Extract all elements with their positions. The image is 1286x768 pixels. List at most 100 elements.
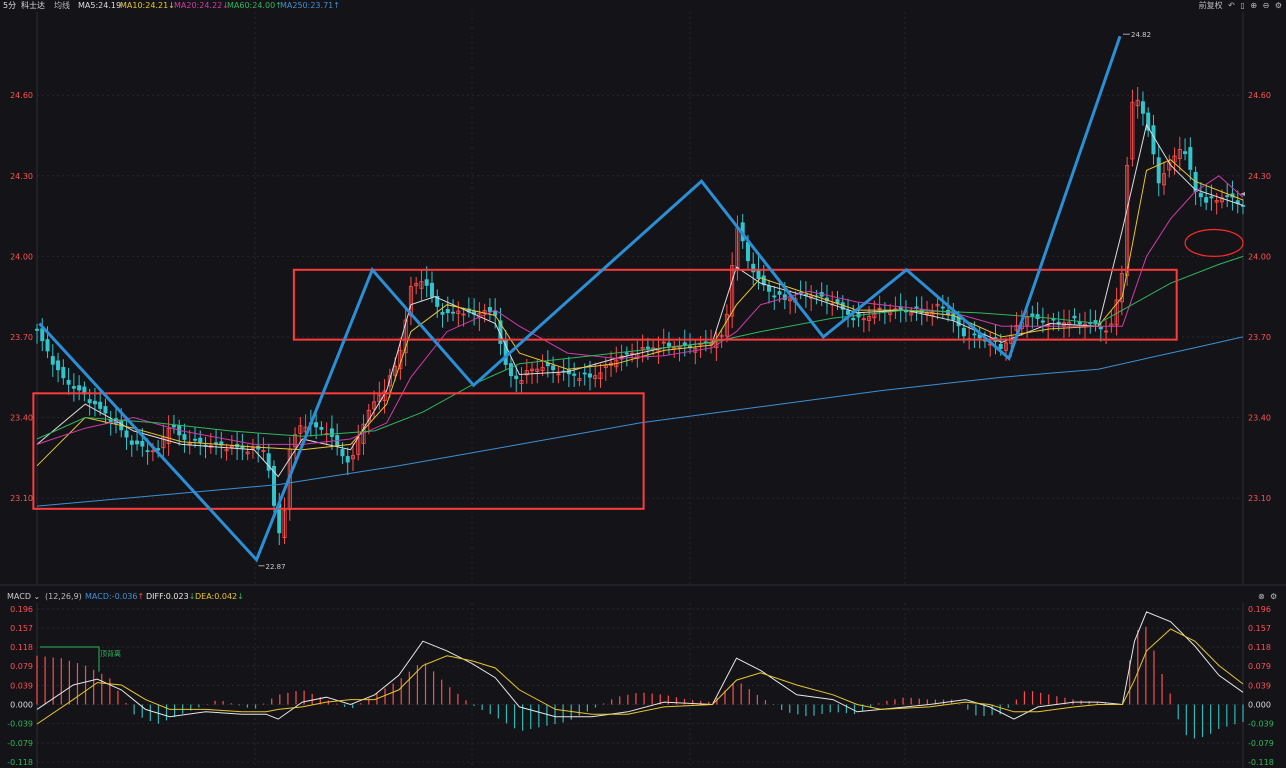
y-tick-label-left: 23.10	[10, 494, 33, 503]
ma60-line	[36, 255, 1244, 440]
macd-tick-label-left: 0.039	[10, 682, 33, 691]
macd-tick-label-left: -0.039	[7, 720, 33, 729]
macd-tick-label-left: 0.000	[10, 701, 33, 710]
ma250-line	[36, 336, 1244, 507]
candle-body	[998, 343, 1003, 349]
candle-body	[429, 282, 434, 298]
candle-body	[340, 449, 345, 457]
candle-body	[129, 440, 134, 445]
macd-tick-label-left: 0.118	[10, 643, 33, 652]
candle-body	[1241, 205, 1246, 207]
candle-body	[329, 428, 334, 437]
macd-tick-label-right: -0.079	[1248, 739, 1274, 748]
y-tick-label-right: 23.40	[1248, 414, 1271, 423]
y-tick-label-left: 24.00	[10, 252, 33, 261]
candle-body	[582, 372, 587, 375]
candle-body	[1225, 195, 1230, 198]
stock-chart-canvas[interactable]: 24.60 24.60 24.30 24.30 24.00 24.00 23.70 23.70…	[0, 0, 1286, 768]
candle-body	[951, 313, 956, 321]
candle-body	[50, 356, 55, 365]
candle-body	[124, 430, 129, 438]
macd-tick-label-right: 0.079	[1248, 662, 1271, 671]
candle-body	[1198, 192, 1203, 198]
candle-body	[645, 346, 650, 349]
candle-body	[345, 456, 350, 463]
candle-body	[61, 366, 66, 379]
candle-body	[587, 373, 592, 378]
y-tick-label-left: 24.60	[10, 91, 33, 100]
candle-body	[314, 422, 319, 428]
candle-body	[1098, 326, 1103, 330]
candle-body	[198, 437, 203, 443]
highlight-ellipse	[1184, 228, 1244, 257]
candle-body	[1056, 321, 1061, 324]
y-tick-label-right: 24.60	[1248, 91, 1271, 100]
macd-tick-label-left: 0.196	[10, 605, 33, 614]
candle-body	[92, 400, 97, 405]
y-tick-label-left: 23.40	[10, 414, 33, 423]
macd-tick-label-right: 0.000	[1248, 701, 1271, 710]
macd-tick-label-right: -0.118	[1248, 758, 1274, 767]
y-tick-label-left: 24.30	[10, 172, 33, 181]
candle-body	[846, 310, 851, 315]
candle-body	[851, 317, 856, 321]
candle-body	[98, 401, 103, 409]
candle-body	[756, 269, 761, 279]
candle-body	[87, 399, 92, 404]
candle-body	[493, 310, 498, 316]
macd-tick-label-right: 0.196	[1248, 605, 1271, 614]
candle-body	[71, 386, 76, 389]
y-tick-label-right: 23.10	[1248, 494, 1271, 503]
candle-body	[451, 311, 456, 314]
consolidation-box-1	[32, 392, 645, 510]
candle-body	[45, 339, 50, 352]
candle-body	[1151, 125, 1156, 155]
macd-tick-label-right: 0.157	[1248, 624, 1271, 633]
candle-body	[1030, 313, 1035, 317]
candle-body	[1204, 197, 1209, 203]
macd-tick-label-left: 0.157	[10, 624, 33, 633]
macd-tick-label-right: -0.039	[1248, 720, 1274, 729]
macd-tick-label-left: 0.079	[10, 662, 33, 671]
y-tick-label-left: 23.70	[10, 333, 33, 342]
candle-body	[424, 279, 429, 286]
candle-body	[1188, 147, 1193, 170]
candle-body	[135, 440, 140, 445]
candle-body	[514, 375, 519, 380]
dea-line	[36, 628, 1244, 725]
candle-body	[972, 333, 977, 336]
candle-body	[1140, 101, 1145, 114]
high-price-label: 24.82	[1131, 31, 1151, 39]
candle-body	[66, 379, 71, 385]
candle-body	[1072, 315, 1077, 319]
ma20-line	[36, 175, 1244, 445]
candle-body	[103, 406, 108, 414]
candle-body	[40, 328, 45, 342]
zigzag-trend-line	[38, 35, 1122, 563]
macd-tick-label-left: -0.118	[7, 758, 33, 767]
candle-body	[940, 306, 945, 309]
candle-body	[767, 285, 772, 292]
candle-body	[171, 424, 176, 428]
candle-body	[772, 295, 777, 298]
candle-body	[145, 450, 150, 453]
candle-body	[745, 241, 750, 262]
candle-body	[487, 307, 492, 312]
y-tick-label-right: 23.70	[1248, 333, 1271, 342]
candle-body	[508, 363, 513, 377]
candle-body	[572, 373, 577, 376]
y-tick-label-right: 24.00	[1248, 252, 1271, 261]
macd-tick-label-right: 0.039	[1248, 682, 1271, 691]
low-price-label: 22.87	[265, 563, 285, 571]
candle-body	[56, 360, 61, 371]
candle-body	[77, 385, 82, 391]
candle-body	[1183, 151, 1188, 155]
macd-tick-label-left: -0.079	[7, 739, 33, 748]
candle-body	[445, 309, 450, 314]
candle-body	[1156, 157, 1161, 184]
candle-body	[551, 365, 556, 371]
y-tick-label-right: 24.30	[1248, 172, 1271, 181]
candle-body	[666, 342, 671, 347]
ma5-line	[36, 123, 1244, 478]
macd-tick-label-right: 0.118	[1248, 643, 1271, 652]
